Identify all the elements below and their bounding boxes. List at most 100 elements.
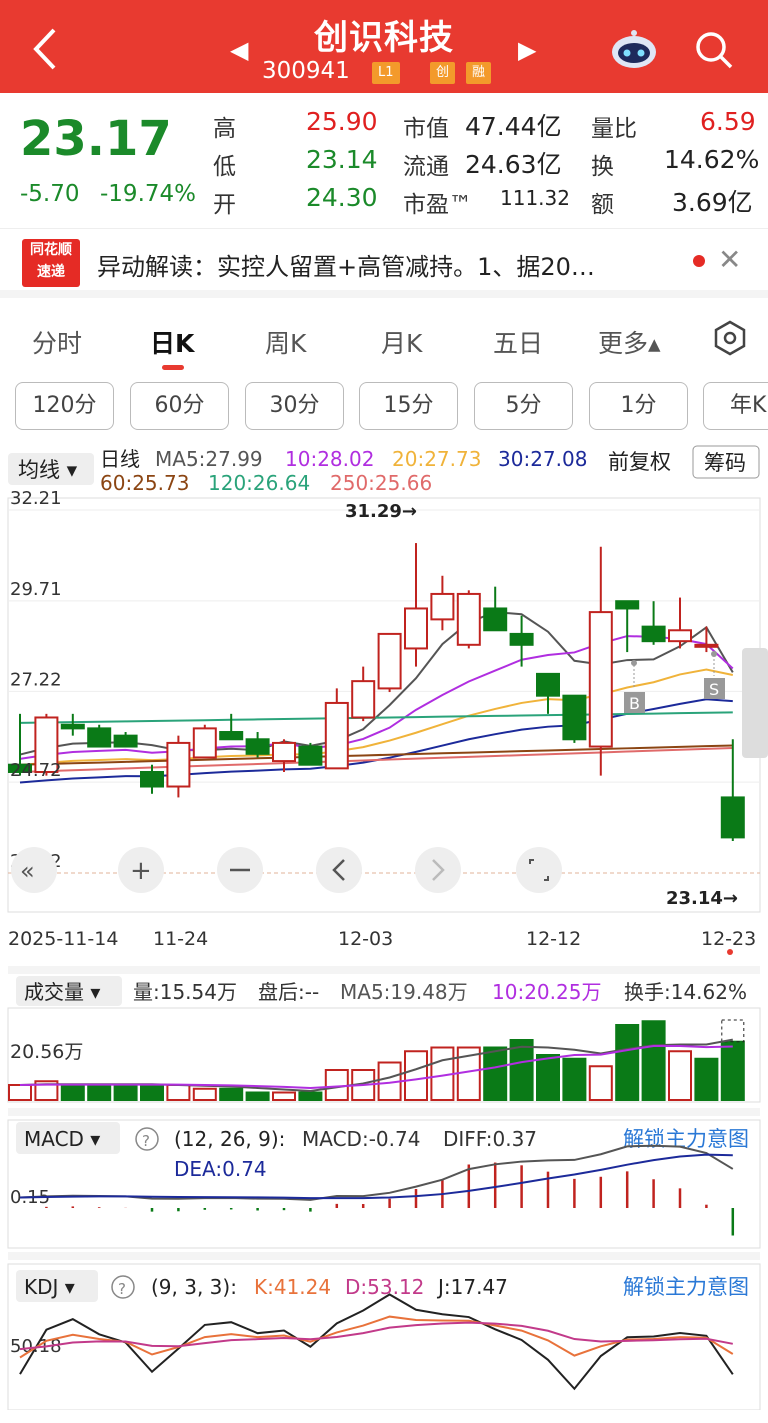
volume-forecast-bar [721, 1019, 745, 1043]
d-value: D:53.12 [345, 1275, 424, 1299]
gem-tag: 创 [430, 62, 456, 84]
ma120-line [19, 711, 733, 724]
volume-bar [536, 1054, 560, 1101]
ma60-legend: 60:25.73 [100, 471, 189, 495]
kline-chart-area[interactable]: 均线 ▾ 日线 MA5:27.99 10:28.02 20:27.73 30:2… [0, 440, 768, 1410]
open-value: 24.30 [306, 183, 378, 212]
adjust-mode[interactable]: 前复权 [608, 450, 671, 474]
candle-body [668, 629, 692, 643]
line-type-label: 日线 [100, 447, 140, 471]
tab-timeshare[interactable]: 分时 [32, 324, 82, 360]
volume-bar [87, 1084, 112, 1101]
ma5-legend: MA5:27.99 [155, 447, 263, 471]
tab-five-day[interactable]: 五日 [493, 324, 543, 360]
float-value: 24.63亿 [465, 150, 562, 179]
period-120min[interactable]: 120分 [15, 382, 114, 430]
scroll-left-icon[interactable] [316, 847, 362, 893]
kdj-unlock-link[interactable]: 解锁主力意图 [623, 1275, 749, 1299]
buy-marker-label: B [629, 694, 640, 713]
candle-body [456, 592, 481, 646]
scroll-right-icon[interactable] [415, 847, 461, 893]
diff-value: DIFF:0.37 [443, 1127, 537, 1151]
ma10-legend: 10:28.02 [285, 447, 374, 471]
macd-plot [19, 1144, 735, 1236]
dea-line [19, 1153, 733, 1200]
ma60-line [19, 744, 733, 766]
minute-period-buttons: 120分 60分 30分 15分 5分 1分 年K [0, 380, 768, 436]
y-label: 24.72 [10, 760, 62, 781]
ma20-legend: 20:27.73 [392, 447, 481, 471]
x-label: 12-12 [526, 928, 581, 950]
candle-body [377, 632, 402, 690]
volume-bar [8, 1084, 32, 1101]
candle-body [113, 734, 138, 748]
candle-body [192, 727, 217, 759]
top-bar: ◀ 创识科技 ▶ 300941 L1 创 融 [0, 0, 768, 93]
settings-hexagon-icon[interactable] [712, 320, 748, 356]
kdj-indicator-label: KDJ ▾ [24, 1275, 75, 1299]
main-grid [8, 509, 760, 874]
help-glyph: ? [142, 1132, 150, 1150]
fullscreen-icon[interactable] [516, 847, 562, 893]
scroll-left-end-glyph: « [20, 857, 35, 885]
active-tab-indicator [162, 365, 184, 370]
period-yearly[interactable]: 年K [703, 382, 768, 430]
candle-body [87, 727, 112, 748]
turnover-value: 14.62% [664, 145, 760, 174]
kdj-plot [19, 1293, 734, 1391]
zoom-in-glyph: + [130, 856, 152, 886]
volume-axis-label: 20.56万 [10, 1041, 83, 1063]
tab-daily[interactable]: 日K [150, 324, 194, 360]
diff-line [19, 1144, 734, 1201]
news-banner[interactable]: 同花顺 速递 异动解读：实控人留置+高管减持。1、据20… ✕ [0, 228, 768, 298]
margin-tag: 融 [466, 62, 492, 84]
volume-bar [324, 1069, 349, 1101]
candle-body [219, 731, 244, 741]
candle-body [588, 611, 613, 748]
candle-body [324, 701, 349, 770]
close-icon[interactable]: ✕ [718, 243, 741, 276]
unread-dot-icon [693, 255, 705, 267]
next-stock-icon[interactable]: ▶ [518, 36, 536, 64]
volume-bar [694, 1057, 719, 1101]
news-logo: 同花顺 速递 [22, 239, 80, 287]
volume-bar [615, 1024, 640, 1101]
tab-more[interactable]: 更多▴ [598, 324, 661, 360]
tab-weekly[interactable]: 周K [265, 324, 306, 360]
period-1min[interactable]: 1分 [589, 382, 688, 430]
period-15min[interactable]: 15分 [359, 382, 458, 430]
period-60min[interactable]: 60分 [130, 382, 229, 430]
volume-bar [404, 1050, 428, 1101]
candle-body [641, 625, 666, 643]
candle-body [562, 694, 587, 741]
volume-bar [245, 1091, 270, 1101]
candle-body [536, 672, 560, 697]
ma-indicator-label: 均线 ▾ [18, 458, 78, 482]
main-chart-frame [7, 497, 761, 913]
robot-assistant-icon[interactable] [608, 28, 660, 72]
turnover-label: 换 [591, 154, 614, 180]
date-axis: 2025-11-14 11-24 12-03 12-12 12-23 [8, 928, 756, 950]
dea-value: DEA:0.74 [174, 1157, 267, 1181]
price-change: -5.70 [20, 181, 80, 207]
kdj-params: (9, 3, 3): [151, 1275, 237, 1299]
side-drawer-handle[interactable] [742, 648, 768, 758]
after-hours-value: 盘后:-- [258, 980, 319, 1004]
ma30-legend: 30:27.08 [498, 447, 587, 471]
period-tabs: 分时 日K 周K 月K 五日 更多▴ [0, 306, 768, 374]
volume-ratio-value: 6.59 [700, 107, 756, 136]
volume-bar [272, 1091, 296, 1101]
level-tag: L1 [372, 62, 400, 84]
period-5min[interactable]: 5分 [474, 382, 573, 430]
x-label: 11-24 [153, 928, 208, 950]
period-30min[interactable]: 30分 [245, 382, 344, 430]
volume-bar [483, 1046, 508, 1101]
volume-bar [588, 1065, 613, 1101]
y-label: 27.22 [10, 669, 62, 690]
candle-body [245, 738, 270, 755]
candle-body [166, 741, 191, 788]
tab-monthly[interactable]: 月K [381, 324, 422, 360]
candle-body [694, 643, 719, 648]
search-icon[interactable] [694, 30, 734, 70]
x-label: 12-03 [338, 928, 393, 950]
